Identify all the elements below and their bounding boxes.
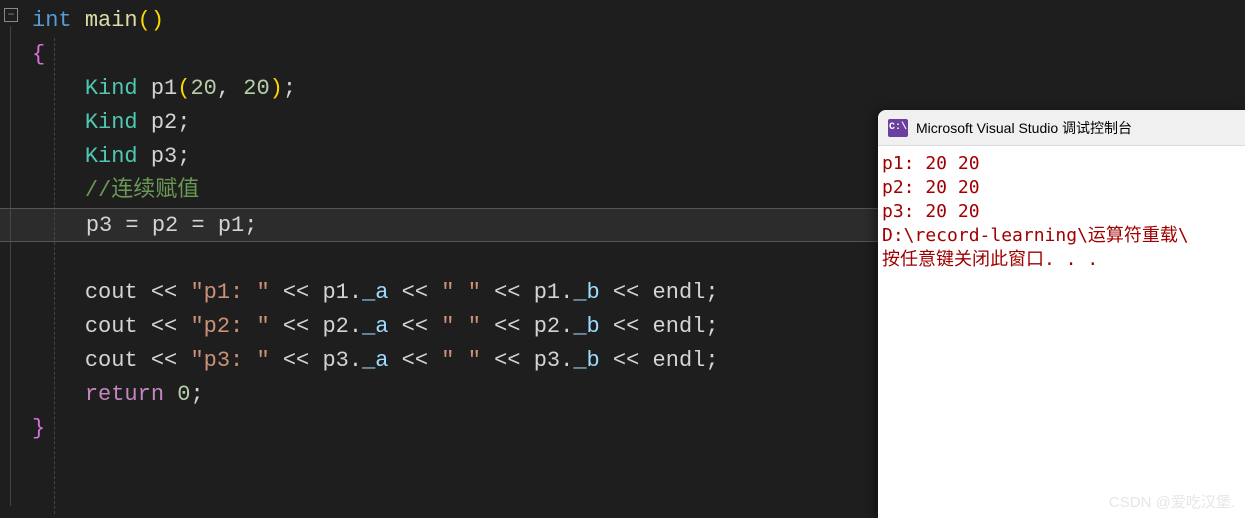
num-20b: 20 [243, 76, 269, 101]
var-p3: p3 [86, 213, 112, 238]
op-stream: << [138, 314, 191, 339]
semi: ; [705, 314, 718, 339]
op-stream: << [270, 280, 323, 305]
member-a: _a [362, 348, 388, 373]
console-output[interactable]: p1: 20 20 p2: 20 20 p3: 20 20 D:\record-… [878, 146, 1245, 278]
open-brace: { [32, 42, 45, 67]
endl: endl [653, 348, 706, 373]
semi: ; [190, 382, 203, 407]
dot: . [560, 280, 573, 305]
var-p1: p1 [534, 280, 560, 305]
var-p2: p2 [151, 110, 177, 135]
op-stream: << [600, 280, 653, 305]
endl: endl [653, 314, 706, 339]
var-p1: p1 [151, 76, 177, 101]
member-a: _a [362, 314, 388, 339]
dot: . [349, 314, 362, 339]
console-line-3: p3: 20 20 [882, 200, 1241, 224]
str-space: " " [441, 348, 481, 373]
debug-console-window[interactable]: C:\ Microsoft Visual Studio 调试控制台 p1: 20… [878, 110, 1245, 518]
var-p2: p2 [534, 314, 560, 339]
var-p1: p1 [322, 280, 348, 305]
console-line-5: D:\record-learning\运算符重载\ [882, 224, 1241, 248]
num-20a: 20 [190, 76, 216, 101]
op-stream: << [138, 348, 191, 373]
type-kind: Kind [85, 144, 138, 169]
editor-gutter: − [0, 0, 22, 518]
op-stream: << [481, 280, 534, 305]
member-a: _a [362, 280, 388, 305]
fold-vertical-line [10, 26, 11, 506]
num-zero: 0 [177, 382, 190, 407]
op-stream: << [481, 348, 534, 373]
dot: . [349, 280, 362, 305]
op-stream: << [481, 314, 534, 339]
var-p2: p2 [322, 314, 348, 339]
op-stream: << [600, 348, 653, 373]
code-line-7-highlighted[interactable]: p3 = p2 = p1; [0, 208, 890, 242]
var-p3: p3 [534, 348, 560, 373]
type-kind: Kind [85, 76, 138, 101]
console-title: Microsoft Visual Studio 调试控制台 [916, 118, 1132, 138]
op-stream: << [270, 314, 323, 339]
op-assign: = [178, 213, 218, 238]
semi: ; [705, 280, 718, 305]
var-p3: p3 [322, 348, 348, 373]
lparen: ( [177, 76, 190, 101]
str-p1: "p1: " [190, 280, 269, 305]
semi: ; [177, 144, 190, 169]
op-stream: << [388, 280, 441, 305]
op-stream: << [600, 314, 653, 339]
var-p1: p1 [218, 213, 244, 238]
comma: , [217, 76, 243, 101]
op-stream: << [270, 348, 323, 373]
dot: . [349, 348, 362, 373]
code-line-2[interactable]: { [22, 38, 1245, 72]
var-p3: p3 [151, 144, 177, 169]
cout: cout [85, 314, 138, 339]
console-line-2: p2: 20 20 [882, 176, 1241, 200]
member-b: _b [573, 348, 599, 373]
member-b: _b [573, 280, 599, 305]
close-brace: } [32, 416, 45, 441]
op-stream: << [388, 348, 441, 373]
str-p2: "p2: " [190, 314, 269, 339]
func-main: main [85, 8, 138, 33]
str-space: " " [441, 280, 481, 305]
watermark: CSDN @爱吃汉堡. [1109, 491, 1235, 512]
semi: ; [705, 348, 718, 373]
member-b: _b [573, 314, 599, 339]
console-titlebar[interactable]: C:\ Microsoft Visual Studio 调试控制台 [878, 110, 1245, 146]
comment: //连续赋值 [85, 178, 199, 203]
semi: ; [177, 110, 190, 135]
console-line-1: p1: 20 20 [882, 152, 1241, 176]
console-app-icon: C:\ [888, 119, 908, 137]
op-stream: << [388, 314, 441, 339]
code-line-3[interactable]: Kind p1(20, 20); [22, 72, 1245, 106]
endl: endl [653, 280, 706, 305]
dot: . [560, 348, 573, 373]
str-space: " " [441, 314, 481, 339]
fold-collapse-icon[interactable]: − [4, 8, 18, 22]
rparen: ) [270, 76, 283, 101]
cout: cout [85, 280, 138, 305]
semi: ; [244, 213, 257, 238]
cout: cout [85, 348, 138, 373]
keyword-return: return [85, 382, 164, 407]
var-p2: p2 [152, 213, 178, 238]
str-p3: "p3: " [190, 348, 269, 373]
dot: . [560, 314, 573, 339]
op-assign: = [112, 213, 152, 238]
rparen: ) [151, 8, 164, 33]
keyword-int: int [32, 8, 72, 33]
code-line-1[interactable]: int main() [22, 4, 1245, 38]
lparen: ( [138, 8, 151, 33]
semi: ; [283, 76, 296, 101]
type-kind: Kind [85, 110, 138, 135]
console-line-6: 按任意键关闭此窗口. . . [882, 248, 1241, 272]
op-stream: << [138, 280, 191, 305]
